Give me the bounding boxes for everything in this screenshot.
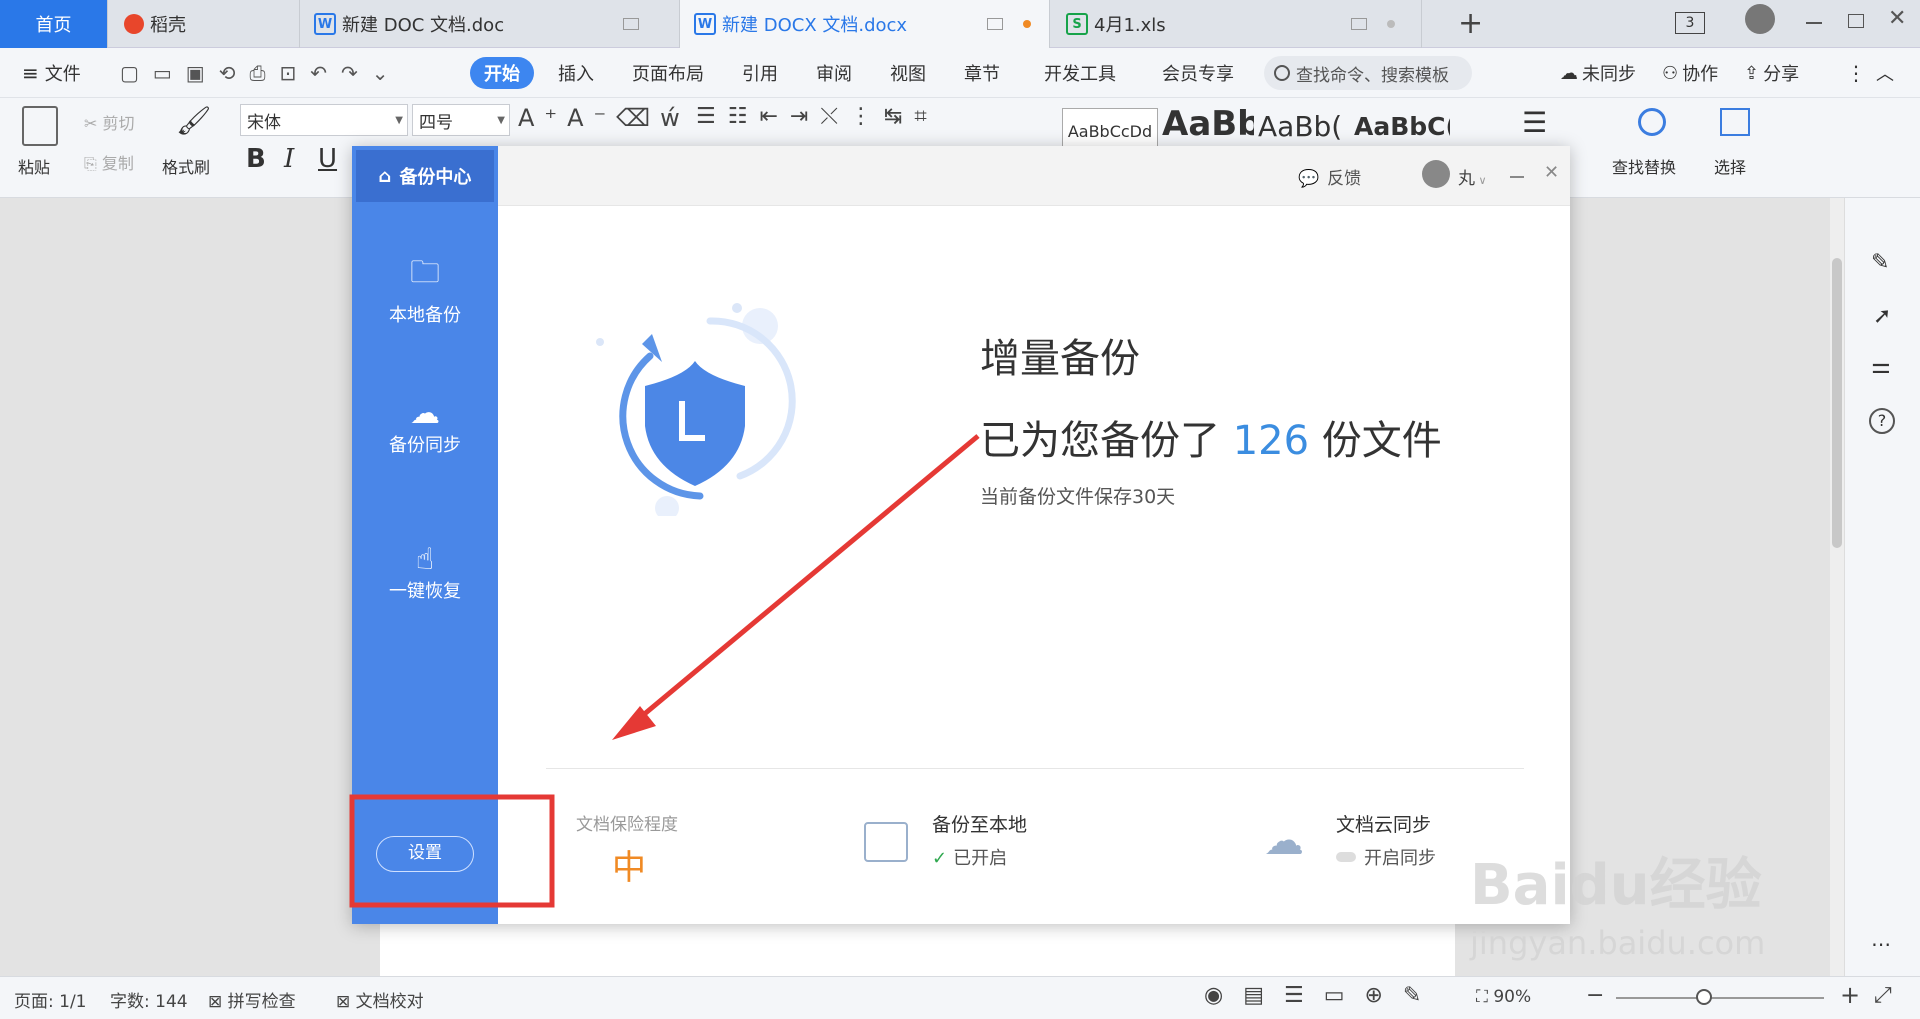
- spell-check-button[interactable]: ⊠ 拼写检查: [208, 987, 296, 1012]
- spell-check-label: 拼写检查: [227, 992, 296, 1012]
- zoom-slider-handle[interactable]: [1696, 989, 1712, 1005]
- word-count[interactable]: 字数: 144: [110, 987, 188, 1012]
- zoom-out-icon[interactable]: −: [1586, 983, 1604, 1008]
- zoom-value: 90%: [1493, 987, 1532, 1007]
- status-bar: 页面: 1/1 字数: 144 ⊠ 拼写检查 ⊠ 文档校对 ◉▤☰▭⊕✎ ⛶ 9…: [0, 976, 1920, 1019]
- baidu-watermark-logo: Baidu经验: [1470, 853, 1762, 918]
- view-mode-icons[interactable]: ◉▤☰▭⊕✎: [1204, 983, 1441, 1008]
- doc-proof-label: 文档校对: [355, 992, 424, 1012]
- settings-highlight-box: [349, 794, 555, 908]
- fit-icon: ⛶: [1476, 987, 1494, 1007]
- x-box-icon: ⊠: [336, 992, 356, 1012]
- zoom-slider[interactable]: [1616, 997, 1824, 999]
- page-indicator[interactable]: 页面: 1/1: [14, 987, 87, 1012]
- fullscreen-icon[interactable]: ⤢: [1874, 983, 1892, 1008]
- zoom-in-icon[interactable]: +: [1840, 981, 1860, 1009]
- zoom-menu[interactable]: ⛶ 90%: [1476, 987, 1531, 1007]
- baidu-watermark-url: jingyan.baidu.com: [1470, 924, 1766, 962]
- x-box-icon: ⊠: [208, 992, 228, 1012]
- doc-proof-button[interactable]: ⊠ 文档校对: [336, 987, 424, 1012]
